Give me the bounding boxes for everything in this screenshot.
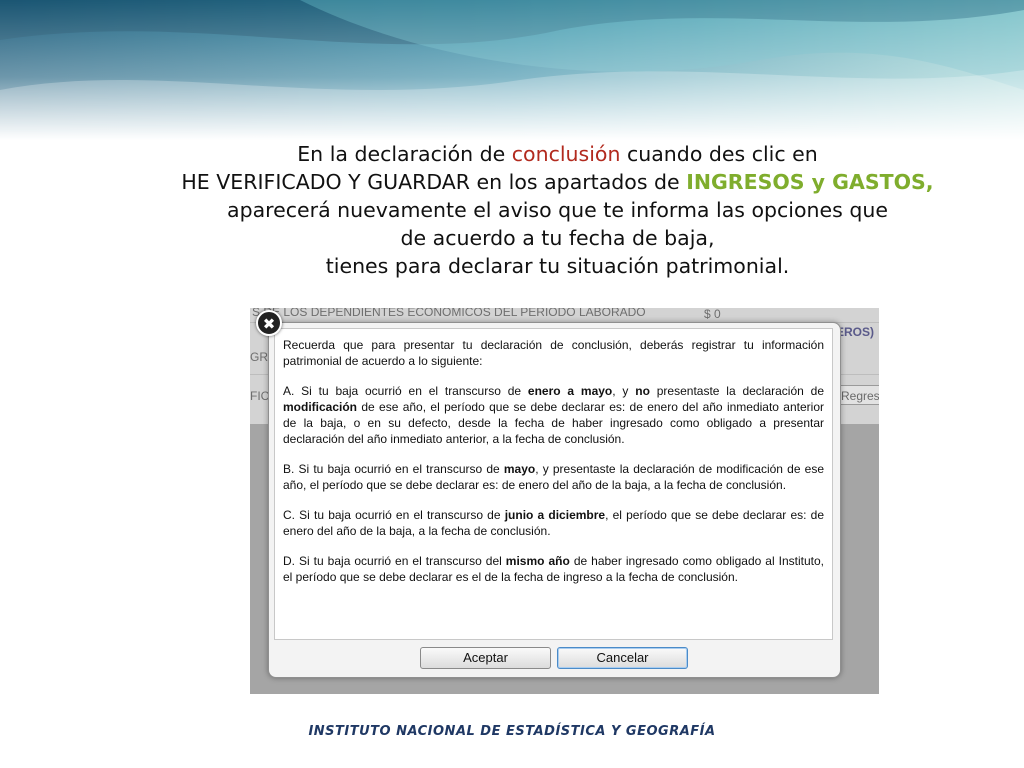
intro-line-5: tienes para declarar tu situación patrim…: [325, 254, 790, 278]
dialog-message: Recuerda que para presentar tu declaraci…: [274, 328, 833, 640]
bg-row-gr: GR: [250, 350, 268, 364]
banner-graphic: [0, 0, 1024, 140]
notice-dialog: Recuerda que para presentar tu declaraci…: [256, 310, 841, 678]
bg-row-dependientes: S DE LOS DEPENDIENTES ECONÓMICOS DEL PER…: [252, 308, 646, 319]
highlight-conclusion: conclusión: [511, 142, 621, 166]
app-screenshot: S DE LOS DEPENDIENTES ECONÓMICOS DEL PER…: [250, 308, 879, 694]
intro-line-1: En la declaración de conclusión cuando d…: [297, 142, 818, 166]
institute-footer: INSTITUTO NACIONAL DE ESTADÍSTICA Y GEOG…: [308, 724, 716, 739]
header-banner: [0, 0, 1024, 140]
bg-row-amount: $ 0: [704, 308, 721, 321]
intro-line-3: aparecerá nuevamente el aviso que te inf…: [227, 198, 888, 222]
highlight-ingresos-gastos: INGRESOS y GASTOS,: [686, 170, 934, 194]
dialog-option-c: C. Si tu baja ocurrió en el transcurso d…: [283, 508, 824, 538]
close-icon[interactable]: ✖: [256, 310, 282, 336]
dialog-option-b: B. Si tu baja ocurrió en el transcurso d…: [283, 462, 824, 492]
dialog-option-d: D. Si tu baja ocurrió en el transcurso d…: [283, 554, 824, 584]
accept-button[interactable]: Aceptar: [420, 647, 551, 669]
dialog-option-a: A. Si tu baja ocurrió en el transcurso d…: [283, 384, 824, 446]
cancel-button[interactable]: Cancelar: [557, 647, 688, 669]
dialog-intro: Recuerda que para presentar tu declaraci…: [283, 338, 824, 368]
bg-row-eros: EROS): [836, 325, 875, 339]
regresar-button[interactable]: Regres: [836, 385, 879, 405]
intro-line-4: de acuerdo a tu fecha de baja,: [400, 226, 715, 250]
intro-line-2: HE VERIFICADO Y GUARDAR en los apartados…: [181, 170, 934, 194]
intro-text: En la declaración de conclusión cuando d…: [0, 140, 1024, 280]
